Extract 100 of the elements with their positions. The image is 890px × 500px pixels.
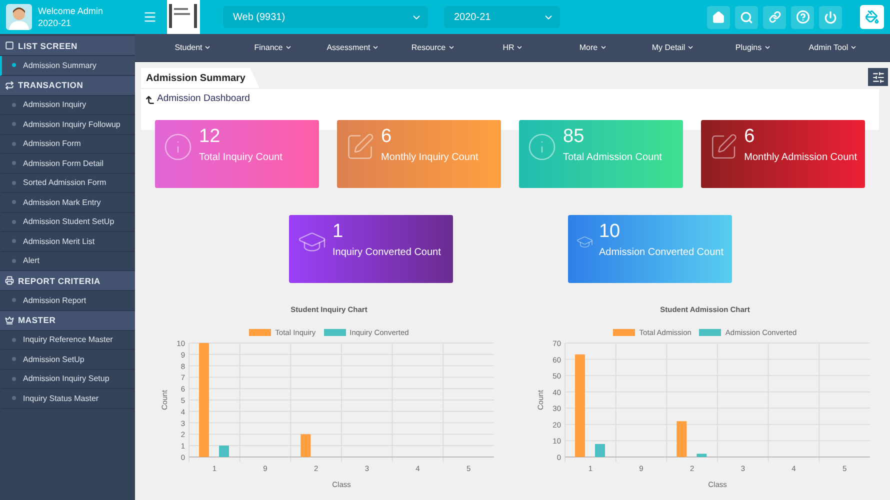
- avatar: [6, 4, 32, 30]
- legend-swatch: [324, 329, 346, 336]
- bullet-icon: [12, 220, 16, 224]
- menu-item[interactable]: Resource: [393, 43, 473, 52]
- stat-label: Total Inquiry Count: [199, 152, 282, 163]
- menu-icon[interactable]: [143, 10, 157, 24]
- stat-value: 6: [381, 126, 393, 148]
- section-title: TRANSACTION: [18, 80, 84, 90]
- help-button[interactable]: [791, 6, 814, 28]
- home-icon: [712, 10, 725, 24]
- sidebar-item-label: Admission Mark Entry: [23, 198, 101, 207]
- section-title: REPORT CRITERIA: [18, 276, 100, 286]
- stat-value: 6: [744, 126, 756, 148]
- section-icon: [5, 276, 14, 285]
- legend-swatch: [699, 329, 722, 336]
- sidebar-item[interactable]: Admission Form Detail: [0, 154, 135, 174]
- stat-value: 1: [332, 221, 344, 243]
- sidebar-item-label: Inquiry Status Master: [23, 394, 99, 403]
- theme-button[interactable]: [860, 5, 884, 29]
- bar: [696, 454, 707, 457]
- paint-bucket-icon: [865, 10, 879, 24]
- sidebar-section[interactable]: REPORT CRITERIA: [0, 271, 135, 291]
- search-button[interactable]: [735, 6, 758, 28]
- power-button[interactable]: [819, 6, 842, 28]
- caret-icon: [600, 44, 607, 51]
- bullet-icon: [12, 258, 16, 263]
- stat-label: Monthly Inquiry Count: [381, 152, 478, 163]
- sidebar-item[interactable]: Admission Summary: [0, 56, 135, 76]
- sidebar-item-label: Alert: [23, 256, 40, 266]
- search-icon: [740, 10, 753, 24]
- sidebar-item[interactable]: Admission Form: [0, 134, 135, 154]
- sidebar-item[interactable]: Inquiry Status Master: [0, 389, 135, 408]
- stat-value: 12: [199, 126, 222, 148]
- menu-item[interactable]: My Detail: [633, 43, 713, 52]
- legend-swatch: [249, 329, 272, 336]
- info-icon: [527, 132, 557, 162]
- power-icon: [824, 10, 837, 24]
- stat-label: Inquiry Converted Count: [332, 247, 441, 258]
- menu-item[interactable]: More: [553, 43, 633, 52]
- bullet-icon: [12, 376, 16, 381]
- bar: [676, 421, 687, 457]
- stat-value: 85: [563, 126, 586, 148]
- bar: [595, 444, 605, 457]
- sidebar-item-label: Admission SetUp: [23, 354, 84, 364]
- sidebar-item-label: Inquiry Reference Master: [23, 335, 113, 344]
- sidebar-item-label: Admission Form: [23, 139, 81, 148]
- bullet-icon: [12, 142, 16, 146]
- bullet-icon: [12, 200, 16, 204]
- edit-icon: [345, 132, 375, 162]
- bullet-icon: [12, 63, 16, 68]
- menu-item[interactable]: Admin Tool: [793, 43, 873, 52]
- link-button[interactable]: [763, 6, 786, 28]
- welcome-text: Welcome Admin: [38, 5, 103, 17]
- page-tab[interactable]: Admission Summary: [141, 68, 260, 88]
- bar: [219, 446, 229, 457]
- sidebar-item[interactable]: Inquiry Reference Master: [0, 330, 135, 350]
- sidebar-item[interactable]: Sorted Admission Form: [0, 174, 135, 193]
- caret-icon: [204, 44, 212, 51]
- sidebar-item-label: Admission Inquiry Setup: [23, 374, 110, 384]
- sliders-icon: [872, 70, 884, 84]
- sidebar-item[interactable]: Admission Mark Entry: [0, 193, 135, 212]
- section-icon: [5, 41, 14, 50]
- bullet-icon: [12, 298, 16, 302]
- settings-button[interactable]: [868, 68, 888, 86]
- link-icon: [768, 11, 780, 23]
- home-button[interactable]: [707, 6, 730, 28]
- stat-value: 10: [598, 221, 622, 243]
- menu-item[interactable]: Finance: [233, 43, 313, 52]
- stat-label: Total Admission Count: [563, 152, 662, 163]
- section-icon: [5, 80, 14, 90]
- sidebar-item-label: Admission Summary: [23, 60, 96, 70]
- sidebar-item[interactable]: Admission Inquiry Setup: [0, 370, 135, 389]
- sidebar-section[interactable]: TRANSACTION: [0, 76, 135, 96]
- sidebar-item[interactable]: Admission Inquiry Followup: [0, 115, 135, 134]
- menu-item[interactable]: HR: [473, 43, 553, 52]
- stat-label: Monthly Admission Count: [744, 152, 857, 163]
- caret-icon: [687, 44, 694, 51]
- sidebar-section[interactable]: LIST SCREEN: [0, 36, 135, 56]
- caret-icon: [516, 44, 524, 51]
- menu-item[interactable]: Plugins: [713, 43, 793, 52]
- sidebar-item[interactable]: Admission Student SetUp: [0, 212, 135, 232]
- sidebar-item-label: Admission Inquiry Followup: [23, 120, 120, 129]
- help-icon: [796, 10, 810, 24]
- caret-icon: [850, 44, 858, 51]
- stat-label: Admission Converted Count: [598, 247, 724, 258]
- sidebar-section[interactable]: MASTER: [0, 310, 135, 330]
- sidebar-item-label: Admission Student SetUp: [23, 217, 114, 226]
- bullet-icon: [12, 239, 16, 244]
- bullet-icon: [12, 338, 16, 342]
- bar: [300, 434, 311, 457]
- menu-item[interactable]: Student: [153, 43, 233, 52]
- sidebar-item[interactable]: Admission Inquiry: [0, 96, 135, 115]
- sidebar-item[interactable]: Admission SetUp: [0, 350, 135, 370]
- sidebar-item-label: Admission Report: [23, 296, 86, 305]
- info-icon: [163, 132, 193, 162]
- menu-item[interactable]: Assessment: [313, 43, 393, 52]
- arrow-up-icon: [145, 95, 155, 105]
- sidebar-item-label: Sorted Admission Form: [23, 178, 106, 188]
- sidebar-item-label: Admission Form Detail: [23, 158, 104, 168]
- sidebar-item[interactable]: Admission Merit List: [0, 232, 135, 252]
